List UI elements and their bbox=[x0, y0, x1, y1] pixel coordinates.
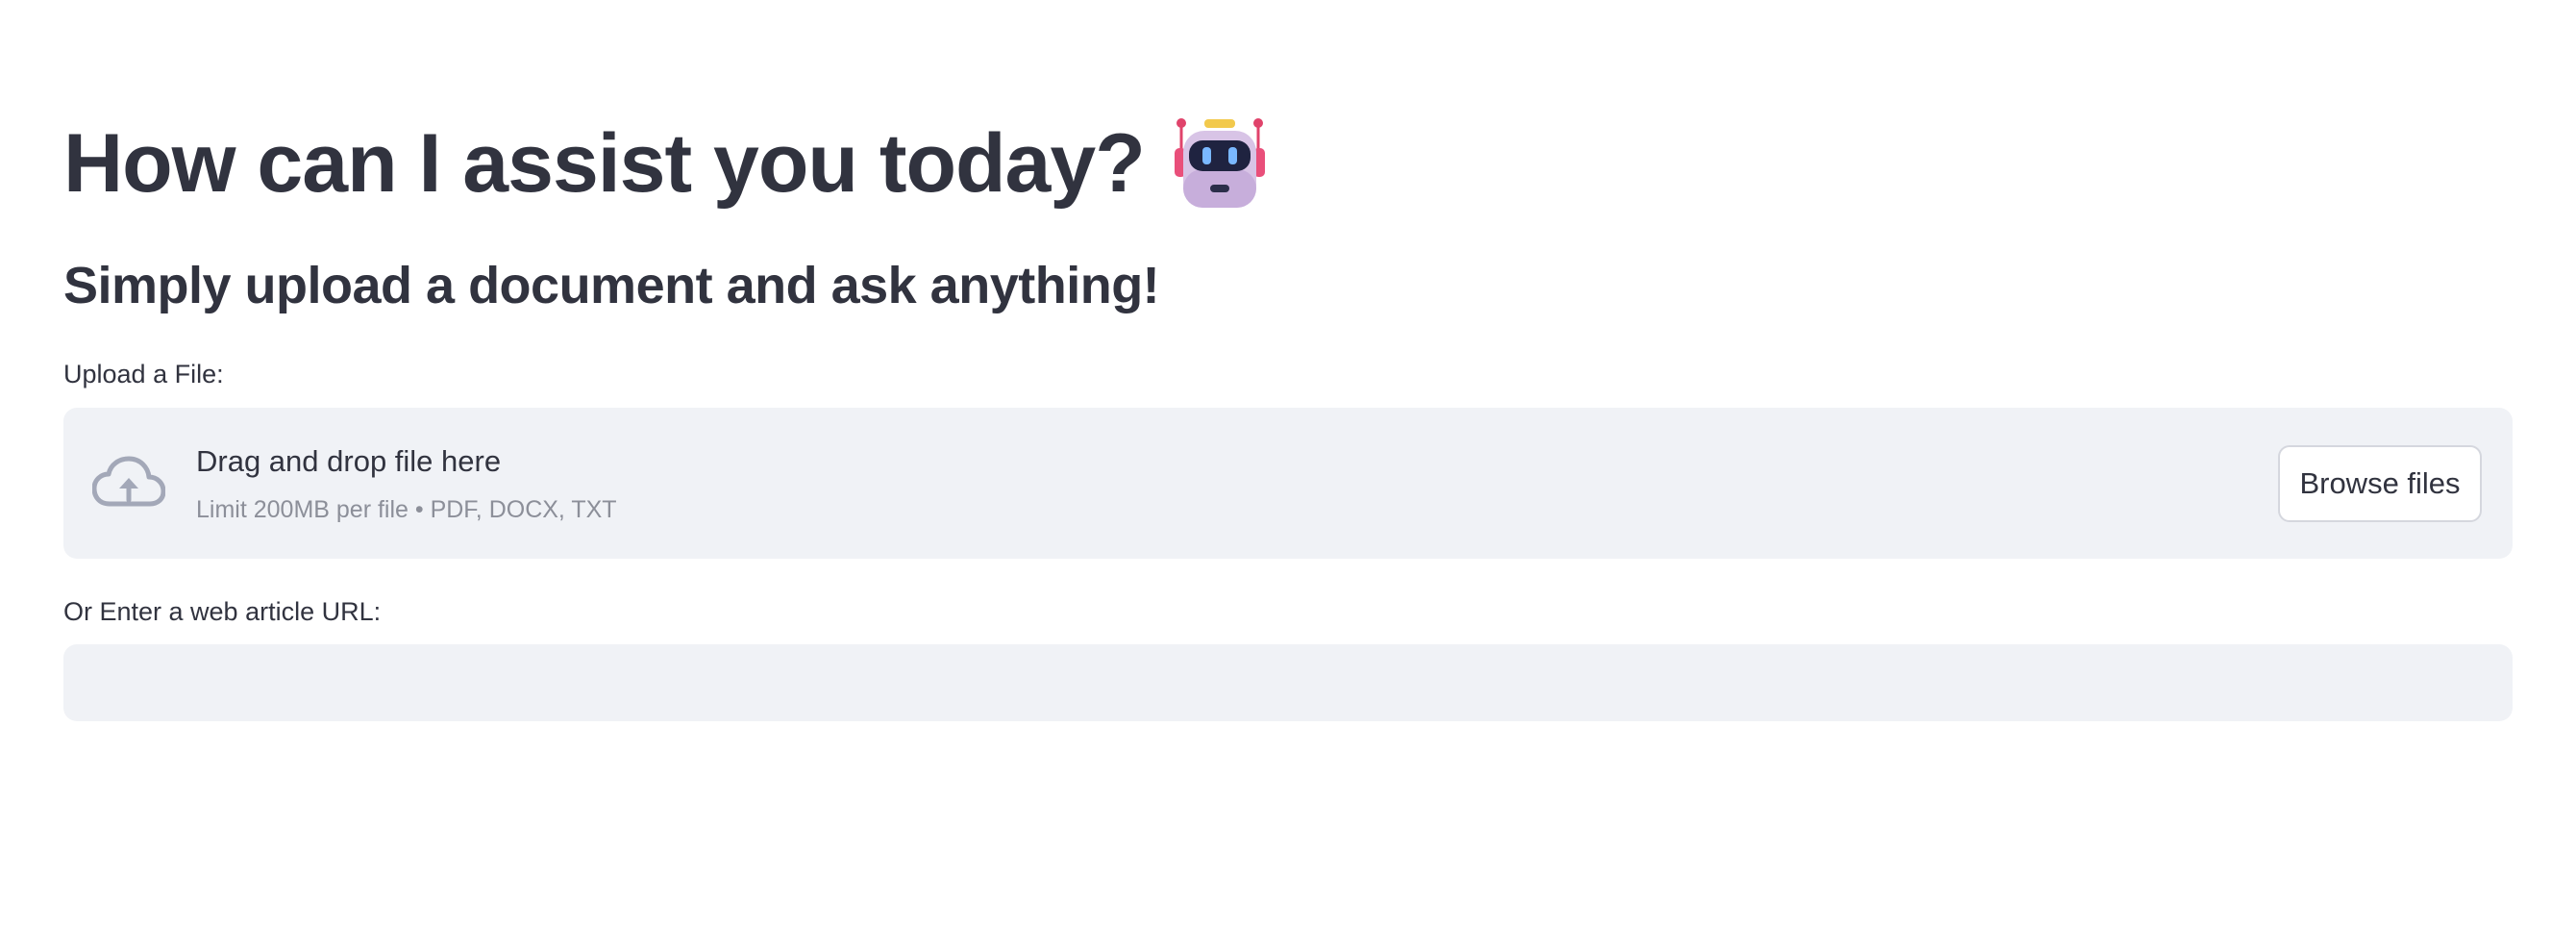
robot-icon bbox=[1174, 115, 1266, 212]
url-label: Or Enter a web article URL: bbox=[63, 597, 382, 626]
cloud-upload-icon bbox=[91, 456, 166, 510]
page-subtitle: Simply upload a document and ask anythin… bbox=[63, 257, 1160, 314]
page-title: How can I assist you today? bbox=[63, 117, 1146, 210]
file-limit-text: Limit 200MB per file • PDF, DOCX, TXT bbox=[196, 496, 617, 523]
title-row: How can I assist you today? bbox=[63, 106, 1266, 221]
dropzone-instructions: Drag and drop file here bbox=[196, 444, 502, 478]
browse-files-button[interactable]: Browse files bbox=[2278, 445, 2482, 522]
url-input[interactable] bbox=[63, 644, 2513, 721]
file-dropzone[interactable]: Drag and drop file here Limit 200MB per … bbox=[63, 408, 2513, 559]
upload-label: Upload a File: bbox=[63, 360, 224, 388]
